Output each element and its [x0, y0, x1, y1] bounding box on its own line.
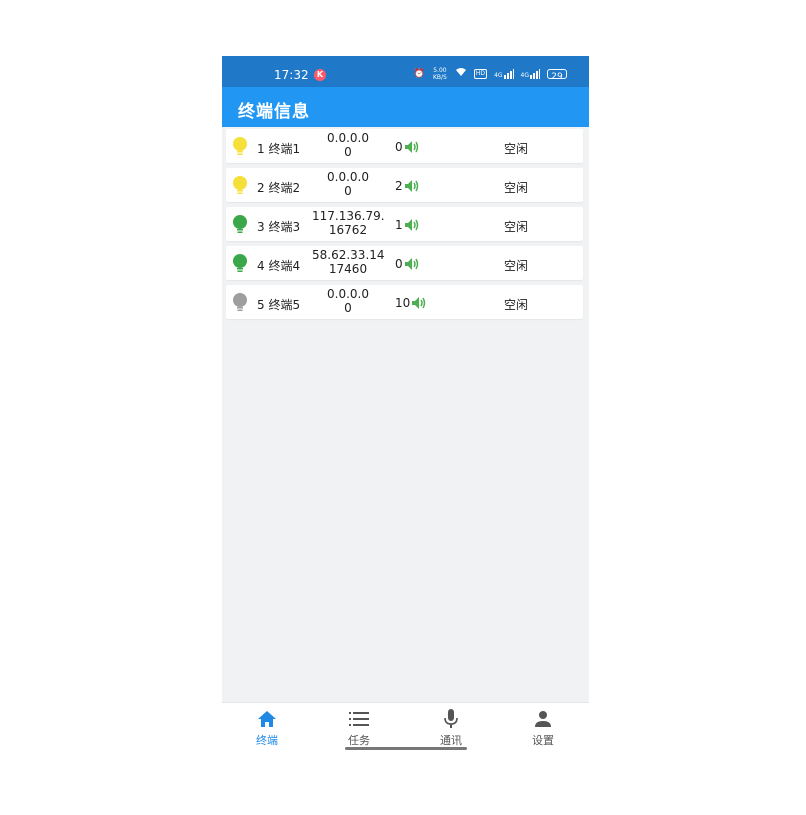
volume: 0: [395, 257, 419, 271]
signal-1-label: 4G: [494, 72, 503, 79]
terminal-ip: 58.62.33.14 17460: [312, 248, 384, 276]
terminal-status: 空闲: [504, 220, 529, 234]
terminal-label: 终端1: [268, 142, 301, 156]
terminal-name: 4 终端4: [257, 257, 300, 274]
home-icon: [258, 711, 276, 727]
terminal-label: 终端2: [268, 181, 301, 195]
signal-2-label: 4G: [520, 72, 529, 79]
volume-value: 2: [395, 179, 403, 193]
terminal-ip: 0.0.0.0 0: [312, 170, 384, 198]
terminal-status: 空闲: [504, 181, 529, 195]
status-time: 17:32: [274, 68, 309, 82]
ip-port: 0: [344, 301, 352, 315]
hd-icon: HD: [473, 69, 488, 79]
terminal-ip: 117.136.79. 16762: [312, 209, 384, 237]
terminal-row[interactable]: 2 终端2 0.0.0.0 0 2 空闲: [226, 168, 583, 202]
notification-badge: K: [314, 69, 326, 81]
nav-item-comms[interactable]: 通讯: [421, 709, 481, 748]
gesture-handle: [345, 747, 467, 750]
nav-label: 终端: [256, 734, 278, 747]
volume: 0: [395, 140, 419, 154]
terminal-name: 1 终端1: [257, 140, 300, 157]
ip-port: 0: [344, 184, 352, 198]
nav-label: 通讯: [440, 734, 462, 747]
speaker-icon: [404, 258, 418, 270]
speaker-icon: [404, 141, 418, 153]
volume-value: 10: [395, 296, 411, 310]
volume-value: 0: [395, 140, 403, 154]
terminal-ip: 0.0.0.0 0: [312, 131, 384, 159]
status-bar: 17:32 K ⏰ 5.00 KB/S HD 4G 4G 29: [222, 56, 589, 87]
terminal-index: 5: [257, 298, 265, 312]
alarm-icon: ⏰: [413, 69, 425, 79]
nav-item-settings[interactable]: 设置: [513, 709, 573, 748]
terminal-row[interactable]: 5 终端5 0.0.0.0 0 10 空闲: [226, 285, 583, 319]
volume: 1: [395, 218, 419, 232]
bulb-icon: [233, 137, 247, 155]
volume: 2: [395, 179, 419, 193]
page-title: 终端信息: [238, 102, 310, 122]
signal-icon-2: 4G: [521, 69, 540, 79]
volume-value: 1: [395, 218, 403, 232]
bottom-nav: 终端 任务 通讯 设置: [222, 702, 589, 752]
speaker-icon: [404, 219, 418, 231]
terminal-label: 终端5: [268, 298, 301, 312]
terminal-label: 终端4: [268, 259, 301, 273]
terminal-row[interactable]: 3 终端3 117.136.79. 16762 1 空闲: [226, 207, 583, 241]
volume: 10: [395, 296, 426, 310]
terminal-name: 2 终端2: [257, 179, 300, 196]
terminal-status: 空闲: [504, 259, 529, 273]
terminal-row[interactable]: 1 终端1 0.0.0.0 0 0 空闲: [226, 129, 583, 163]
terminal-index: 4: [257, 259, 265, 273]
nav-item-terminals[interactable]: 终端: [237, 709, 297, 748]
ip-port: 0: [344, 145, 352, 159]
phone-screen: 17:32 K ⏰ 5.00 KB/S HD 4G 4G 29 终端信息 1 终…: [222, 56, 589, 752]
list-icon: [349, 712, 369, 726]
ip-port: 17460: [328, 262, 368, 276]
bulb-icon: [233, 254, 247, 272]
terminal-ip: 0.0.0.0 0: [312, 287, 384, 315]
ip-address: 0.0.0.0: [327, 287, 369, 301]
ip-address: 0.0.0.0: [327, 131, 369, 145]
terminal-row[interactable]: 4 终端4 58.62.33.14 17460 0 空闲: [226, 246, 583, 280]
nav-label: 设置: [532, 734, 554, 747]
ip-address: 0.0.0.0: [327, 170, 369, 184]
net-speed: 5.00 KB/S: [432, 67, 447, 81]
app-bar: 终端信息: [222, 87, 589, 127]
nav-label: 任务: [348, 734, 370, 747]
terminal-index: 2: [257, 181, 265, 195]
status-icons: ⏰ 5.00 KB/S HD 4G 4G 29: [413, 67, 567, 82]
terminal-index: 1: [257, 142, 265, 156]
bulb-icon: [233, 176, 247, 194]
terminal-name: 5 终端5: [257, 296, 300, 313]
speaker-icon: [412, 297, 426, 309]
terminal-status: 空闲: [504, 298, 529, 312]
signal-icon-1: 4G: [494, 69, 514, 79]
nav-item-tasks[interactable]: 任务: [329, 709, 389, 748]
person-icon: [535, 711, 551, 727]
terminal-status: 空闲: [504, 142, 529, 156]
battery-icon: 29: [547, 69, 567, 82]
speaker-icon: [404, 180, 418, 192]
microphone-icon: [444, 709, 458, 728]
ip-port: 16762: [328, 223, 368, 237]
bulb-icon: [233, 293, 247, 311]
terminal-index: 3: [257, 220, 265, 234]
ip-address: 117.136.79.: [312, 209, 384, 223]
bulb-icon: [233, 215, 247, 233]
terminal-label: 终端3: [268, 220, 301, 234]
volume-value: 0: [395, 257, 403, 271]
wifi-icon: [455, 67, 467, 82]
ip-address: 58.62.33.14: [312, 248, 384, 262]
terminal-name: 3 终端3: [257, 218, 300, 235]
